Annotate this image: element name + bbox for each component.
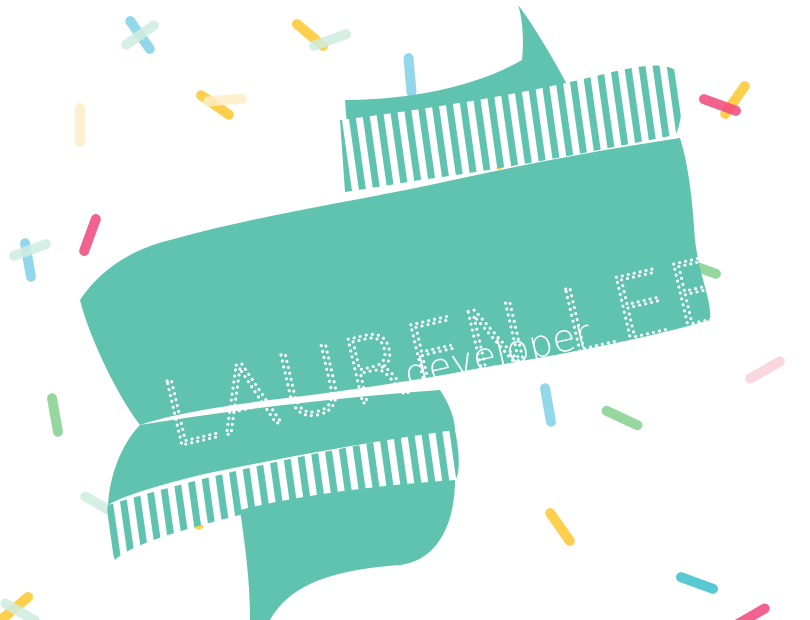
sprinkle-18 [540, 383, 556, 427]
sprinkle-12 [79, 214, 101, 256]
sprinkle-17 [47, 393, 63, 437]
sprinkle-27 [730, 603, 770, 620]
ribbon-illustration: LAUREN LEE developer [0, 5, 785, 620]
sprinkle-7 [403, 53, 417, 97]
sprinkle-16 [745, 356, 785, 384]
sprinkle-24 [676, 572, 718, 594]
sprinkle-23 [545, 508, 575, 546]
sprinkle-8 [75, 103, 85, 147]
hero-banner-canvas: LAUREN LEE developer [0, 0, 810, 620]
sprinkle-19 [601, 405, 643, 431]
sprinkle-2 [121, 20, 159, 50]
